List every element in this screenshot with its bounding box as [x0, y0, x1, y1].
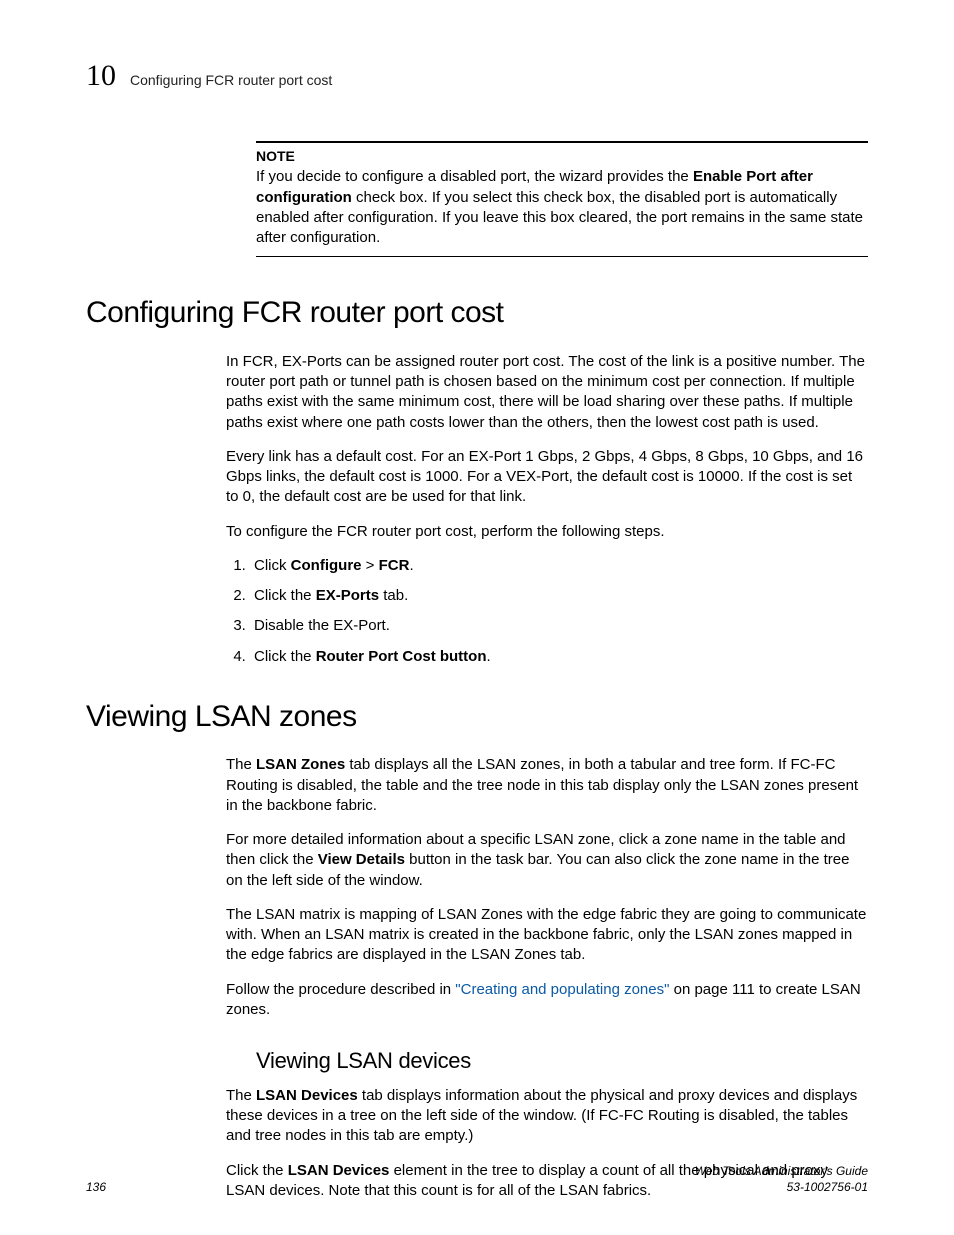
- chapter-number: 10: [86, 56, 116, 97]
- step-1: Click Configure > FCR.: [250, 556, 868, 576]
- page-number: 136: [86, 1179, 106, 1195]
- subp1-pre: The: [226, 1087, 256, 1104]
- step-4: Click the Router Port Cost button.: [250, 647, 868, 667]
- page: 10 Configuring FCR router port cost NOTE…: [0, 0, 954, 1235]
- page-footer: 136 Web Tools Administrator's Guide 53-1…: [86, 1163, 868, 1195]
- section-2-body: The LSAN Zones tab displays all the LSAN…: [226, 755, 868, 1020]
- note-text-pre: If you decide to configure a disabled po…: [256, 168, 693, 185]
- cross-reference-link[interactable]: "Creating and populating zones": [455, 981, 669, 998]
- running-title: Configuring FCR router port cost: [130, 71, 332, 90]
- step4-b: Router Port Cost button: [316, 648, 487, 665]
- step2-b: EX-Ports: [316, 587, 379, 604]
- steps-list: Click Configure > FCR. Click the EX-Port…: [226, 556, 868, 667]
- book-title: Web Tools Administrator's Guide: [695, 1163, 868, 1179]
- step1-pre: Click: [254, 557, 291, 574]
- step-2: Click the EX-Ports tab.: [250, 586, 868, 606]
- s2p2-b: View Details: [318, 851, 405, 868]
- s1-p1: In FCR, EX-Ports can be assigned router …: [226, 352, 868, 433]
- sub-p1: The LSAN Devices tab displays informatio…: [226, 1086, 868, 1147]
- doc-number: 53-1002756-01: [695, 1179, 868, 1195]
- s2-p4: Follow the procedure described in "Creat…: [226, 980, 868, 1021]
- section-1-title: Configuring FCR router port cost: [86, 293, 868, 334]
- section-2-title: Viewing LSAN zones: [86, 697, 868, 738]
- step1-b2: FCR: [379, 557, 410, 574]
- s2p1-b: LSAN Zones: [256, 756, 345, 773]
- section-1-body: In FCR, EX-Ports can be assigned router …: [226, 352, 868, 667]
- step1-post: .: [409, 557, 413, 574]
- s2p4-pre: Follow the procedure described in: [226, 981, 455, 998]
- running-header: 10 Configuring FCR router port cost: [86, 56, 868, 97]
- step4-post: .: [487, 648, 491, 665]
- subp1-b: LSAN Devices: [256, 1087, 358, 1104]
- step2-post: tab.: [379, 587, 408, 604]
- s2-p3: The LSAN matrix is mapping of LSAN Zones…: [226, 905, 868, 966]
- note-block: NOTE If you decide to configure a disabl…: [256, 141, 868, 258]
- footer-right: Web Tools Administrator's Guide 53-10027…: [695, 1163, 868, 1195]
- s2-p2: For more detailed information about a sp…: [226, 830, 868, 891]
- s1-p2: Every link has a default cost. For an EX…: [226, 447, 868, 508]
- step2-pre: Click the: [254, 587, 316, 604]
- subsection-title: Viewing LSAN devices: [256, 1046, 868, 1076]
- note-body: If you decide to configure a disabled po…: [256, 167, 868, 248]
- step1-b1: Configure: [291, 557, 362, 574]
- step4-pre: Click the: [254, 648, 316, 665]
- s1-p3: To configure the FCR router port cost, p…: [226, 522, 868, 542]
- step1-mid: >: [362, 557, 379, 574]
- s2-p1: The LSAN Zones tab displays all the LSAN…: [226, 755, 868, 816]
- note-label: NOTE: [256, 147, 868, 166]
- s2p1-pre: The: [226, 756, 256, 773]
- step-3: Disable the EX-Port.: [250, 616, 868, 636]
